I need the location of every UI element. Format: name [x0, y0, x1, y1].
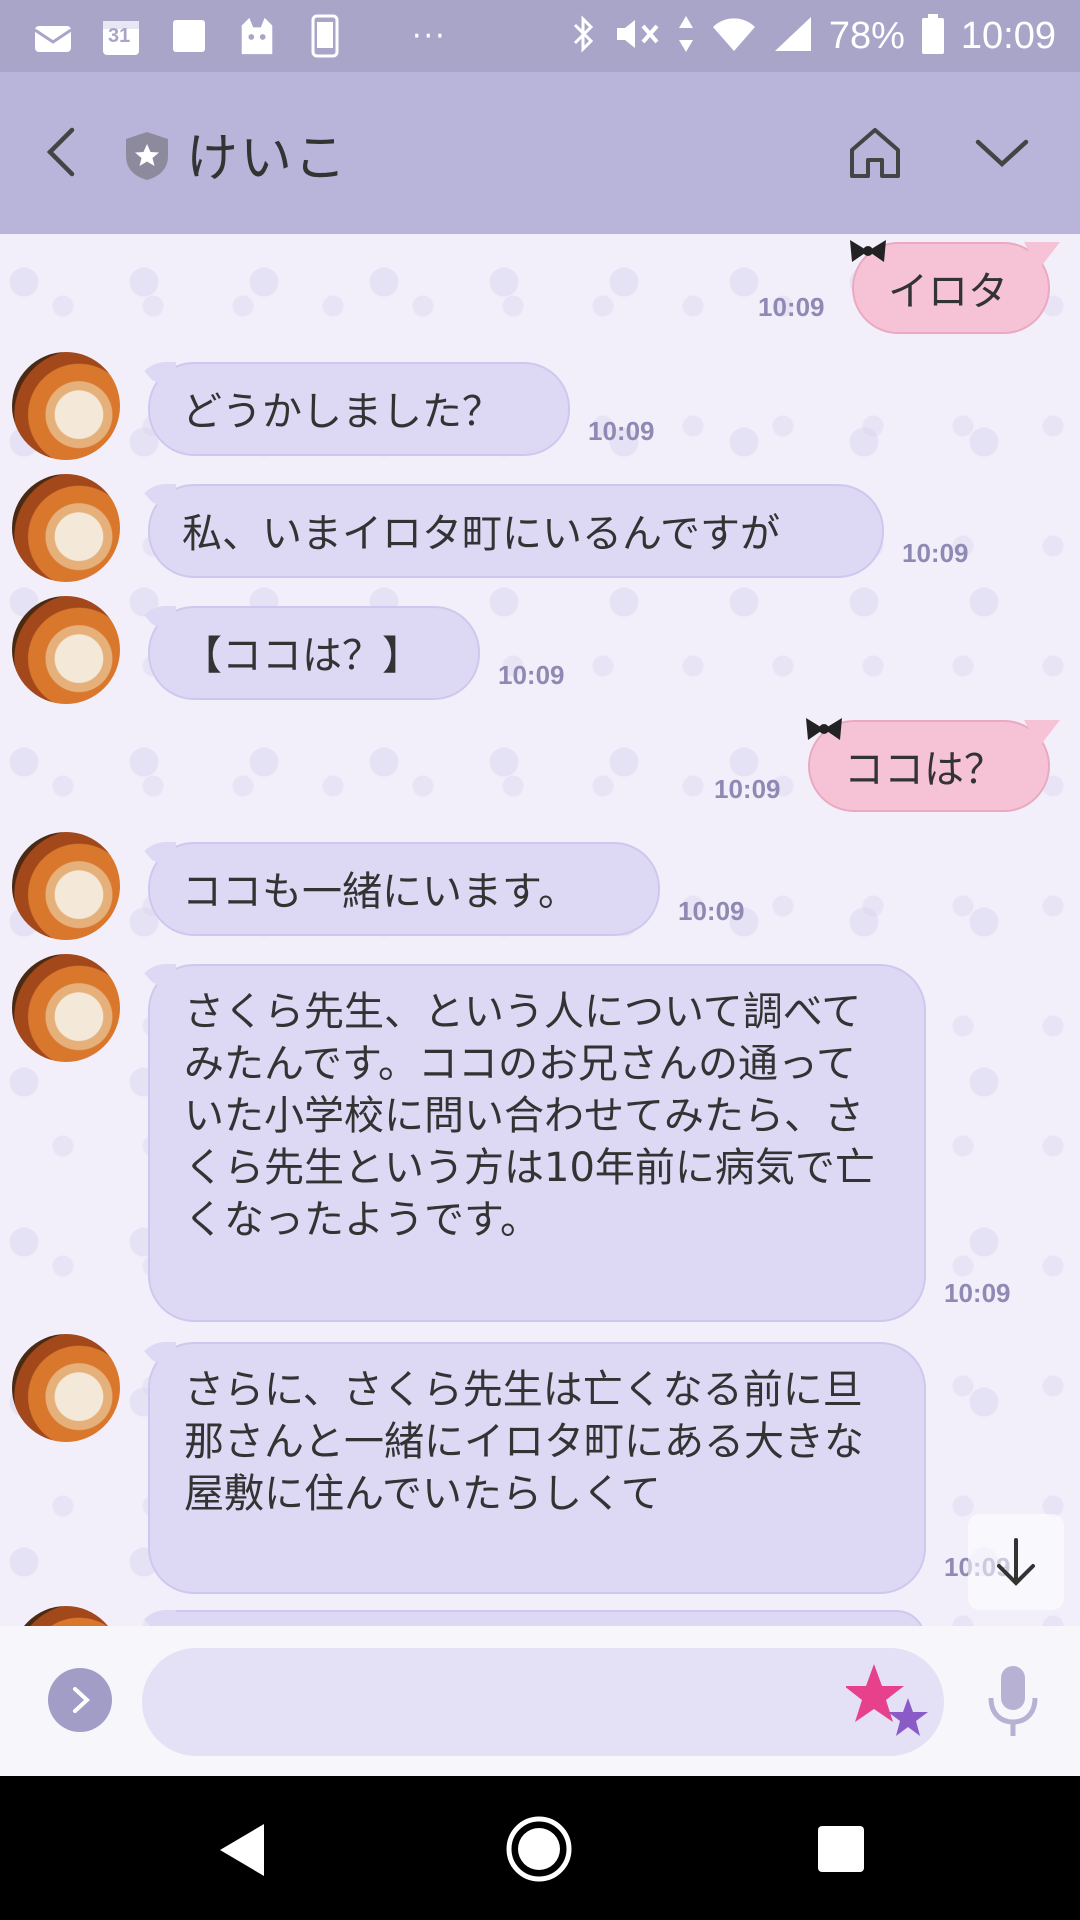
bluetooth-icon [571, 13, 597, 59]
message-text: イロタ [888, 269, 1008, 315]
incoming-message-bubble[interactable] [148, 1610, 926, 1626]
mute-icon [613, 14, 661, 58]
incoming-message-bubble[interactable]: どうかしました？ [148, 362, 570, 456]
sticker-stars-icon [844, 1664, 928, 1736]
message-text: 私、いまイロタ町にいるんですが [182, 511, 780, 557]
cat-notification-icon [236, 15, 278, 57]
nav-back-button[interactable] [214, 1820, 270, 1880]
avatar[interactable] [12, 352, 120, 460]
avatar[interactable] [12, 474, 120, 582]
message-time: 10:09 [678, 896, 745, 926]
arrow-down-icon [997, 1538, 1035, 1586]
contact-name: けいこ [186, 129, 349, 189]
message-text: さらに、さくら先生は亡くなる前に旦那さんと一緒にイロタ町にある大きな屋敷に住んで… [184, 1367, 864, 1517]
mail-notification-icon [32, 15, 74, 57]
incoming-message-bubble[interactable]: ココも一緒にいます。 [148, 842, 660, 936]
chat-header: けいこ [0, 72, 1080, 234]
chevron-right-icon [73, 1687, 90, 1713]
ribbon-decoration-icon [806, 718, 842, 740]
message-time: 10:09 [902, 538, 969, 568]
message-text: 【ココは？】 [182, 633, 422, 679]
expand-menu-button[interactable] [48, 1668, 112, 1732]
battery-percentage: 78% [828, 14, 905, 57]
calendar-icon: 31 [100, 15, 142, 57]
calendar-day: 31 [108, 25, 131, 47]
voice-input-button[interactable] [986, 1662, 1040, 1742]
more-notifications: ··· [412, 18, 447, 54]
data-transfer-icon [677, 14, 695, 58]
incoming-message-bubble[interactable]: 【ココは？】 [148, 606, 480, 700]
incoming-message-bubble[interactable]: さらに、さくら先生は亡くなる前に旦那さんと一緒にイロタ町にある大きな屋敷に住んで… [148, 1342, 926, 1594]
android-navigation-bar [0, 1776, 1080, 1920]
avatar[interactable] [12, 1606, 120, 1626]
message-text: ココは？ [844, 747, 1004, 793]
message-text: ココも一緒にいます。 [182, 869, 578, 915]
incoming-message-bubble[interactable]: さくら先生、という人について調べてみたんです。ココのお兄さんの通っていた小学校に… [148, 964, 926, 1322]
phone-icon [304, 14, 346, 58]
nav-home-button[interactable] [504, 1814, 574, 1884]
message-time: 10:09 [714, 774, 781, 804]
home-icon [850, 128, 900, 178]
status-bar: 31 ··· 78% 10:09 [0, 0, 1080, 72]
message-time: 10:09 [758, 292, 825, 322]
mic-icon [988, 1666, 1038, 1736]
chat-message-list[interactable]: イロタ 10:09 どうかしました？ 10:09 私、いまイロタ町にいるんですが… [0, 234, 1080, 1626]
ribbon-decoration-icon [850, 240, 886, 262]
nav-back-icon [220, 1824, 264, 1876]
home-button[interactable] [846, 124, 904, 182]
message-time: 10:09 [944, 1278, 1011, 1308]
message-text: さくら先生、という人について調べてみたんです。ココのお兄さんの通っていた小学校に… [184, 989, 875, 1243]
message-input[interactable] [142, 1648, 944, 1756]
back-icon [46, 127, 75, 177]
avatar[interactable] [12, 954, 120, 1062]
back-button[interactable] [38, 122, 88, 182]
battery-icon [921, 13, 945, 59]
message-input-bar [0, 1626, 1080, 1776]
nav-home-icon [506, 1816, 572, 1882]
avatar[interactable] [12, 832, 120, 940]
shield-icon [124, 130, 170, 182]
scroll-to-bottom-button[interactable] [968, 1514, 1064, 1610]
avatar[interactable] [12, 1334, 120, 1442]
signal-icon [773, 15, 813, 57]
avatar[interactable] [12, 596, 120, 704]
sticker-button[interactable] [844, 1662, 932, 1742]
square-notification-icon [168, 15, 210, 57]
clock: 10:09 [960, 14, 1056, 57]
chevron-down-icon [975, 139, 1029, 168]
menu-dropdown-button[interactable] [972, 132, 1032, 176]
outgoing-message-bubble[interactable]: ココは？ [808, 720, 1050, 812]
message-time: 10:09 [588, 416, 655, 446]
message-time: 10:09 [498, 660, 565, 690]
nav-recents-button[interactable] [818, 1826, 864, 1872]
message-text: どうかしました？ [182, 389, 502, 435]
incoming-message-bubble[interactable]: 私、いまイロタ町にいるんですが [148, 484, 884, 578]
wifi-icon [711, 15, 757, 57]
